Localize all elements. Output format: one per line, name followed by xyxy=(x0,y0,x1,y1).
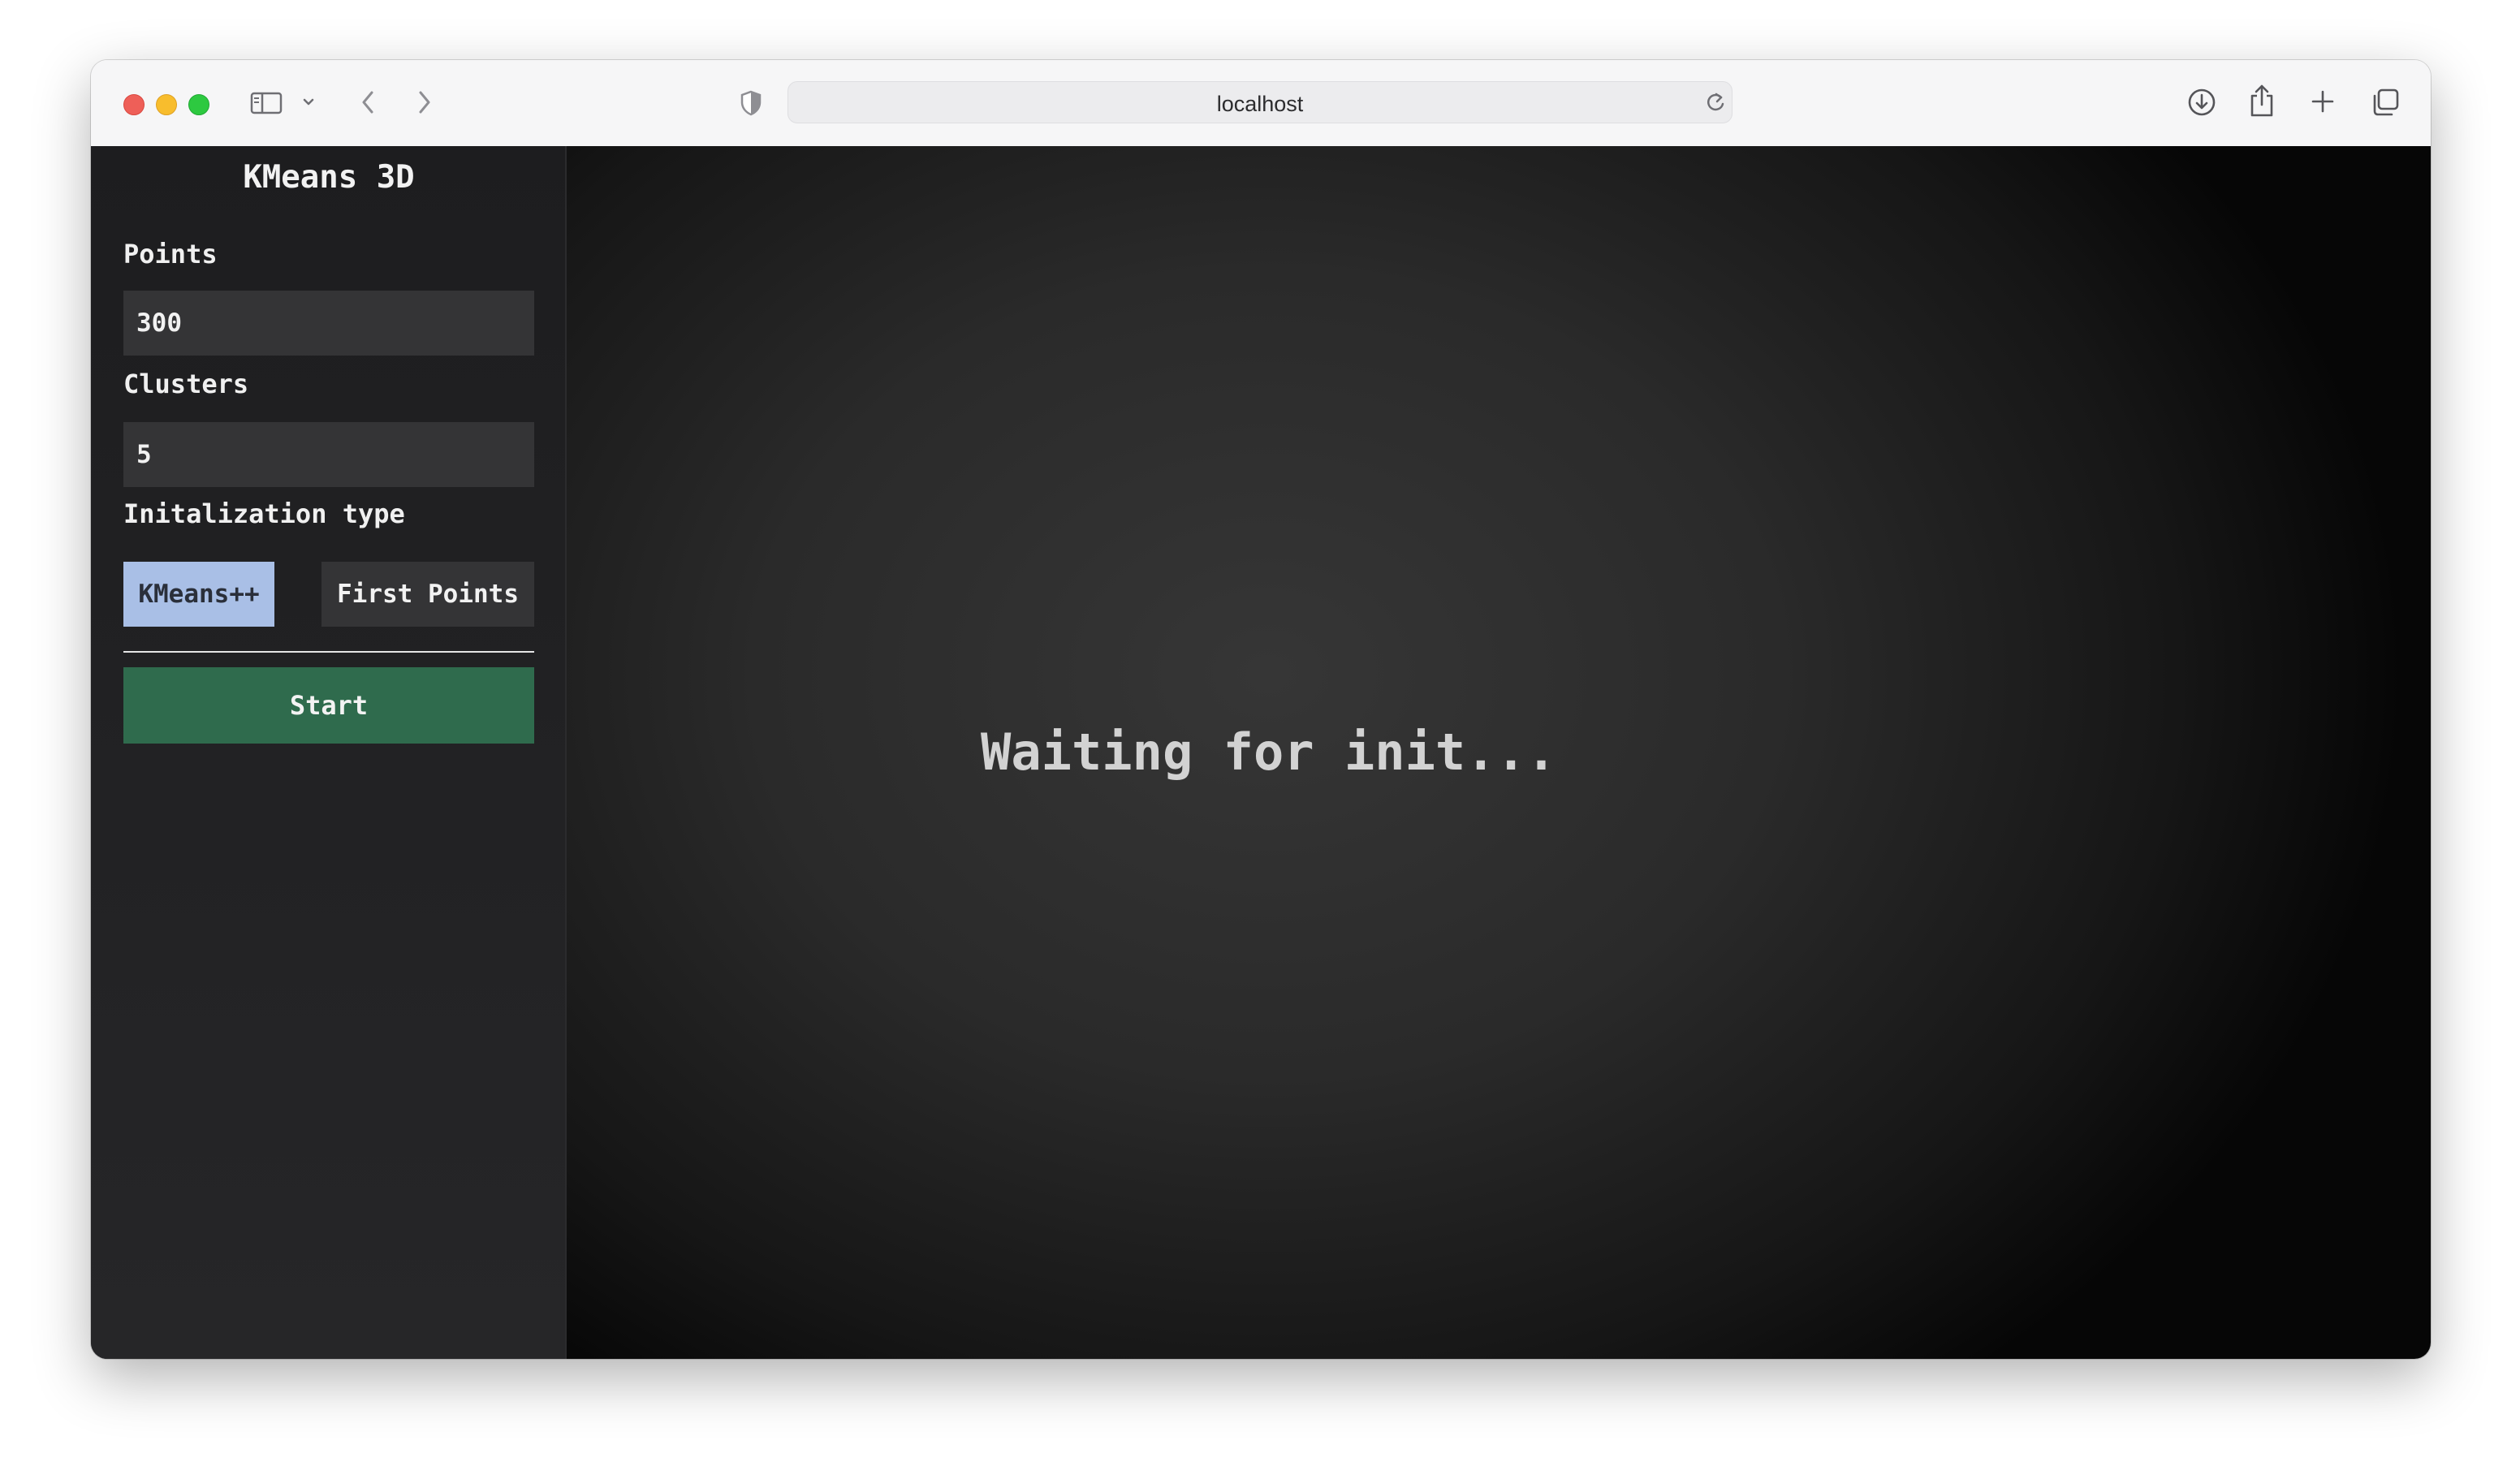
app-title: KMeans 3D xyxy=(243,159,415,196)
status-message: Waiting for init... xyxy=(981,722,1557,782)
browser-toolbar: localhost xyxy=(91,60,2431,147)
control-panel: KMeans 3D Points Clusters Initalization … xyxy=(91,146,567,1359)
download-icon[interactable] xyxy=(2186,86,2218,119)
init-option-kmeans-plus-plus[interactable]: KMeans++ xyxy=(123,562,274,627)
address-bar[interactable]: localhost xyxy=(788,81,1732,123)
browser-window: localhost KMeans 3D Points 300 Clusters … xyxy=(91,60,2431,1359)
chevron-right-icon[interactable] xyxy=(412,88,437,117)
close-window-button[interactable] xyxy=(123,94,145,115)
page-content: KMeans 3D Points Clusters Initalization … xyxy=(91,146,2431,1359)
reload-icon[interactable] xyxy=(1704,90,1727,114)
tab-overview-icon[interactable] xyxy=(2369,86,2401,119)
sidebar-icon[interactable] xyxy=(250,89,283,117)
points-input[interactable] xyxy=(123,291,534,356)
plus-icon[interactable] xyxy=(2309,88,2337,115)
address-text: localhost xyxy=(1216,92,1304,116)
chevron-down-icon[interactable] xyxy=(300,94,317,110)
clusters-input[interactable] xyxy=(123,422,534,487)
init-type-label: Initalization type xyxy=(123,498,405,529)
clusters-label: Clusters xyxy=(123,369,249,399)
minimize-window-button[interactable] xyxy=(156,94,177,115)
points-label: Points xyxy=(123,239,218,269)
zoom-window-button[interactable] xyxy=(188,94,209,115)
init-option-first-points[interactable]: First Points xyxy=(321,562,534,627)
shield-icon[interactable] xyxy=(739,89,763,117)
start-button[interactable]: Start xyxy=(123,667,534,744)
chevron-left-icon[interactable] xyxy=(356,88,380,117)
share-icon[interactable] xyxy=(2247,83,2276,119)
divider xyxy=(123,651,534,653)
